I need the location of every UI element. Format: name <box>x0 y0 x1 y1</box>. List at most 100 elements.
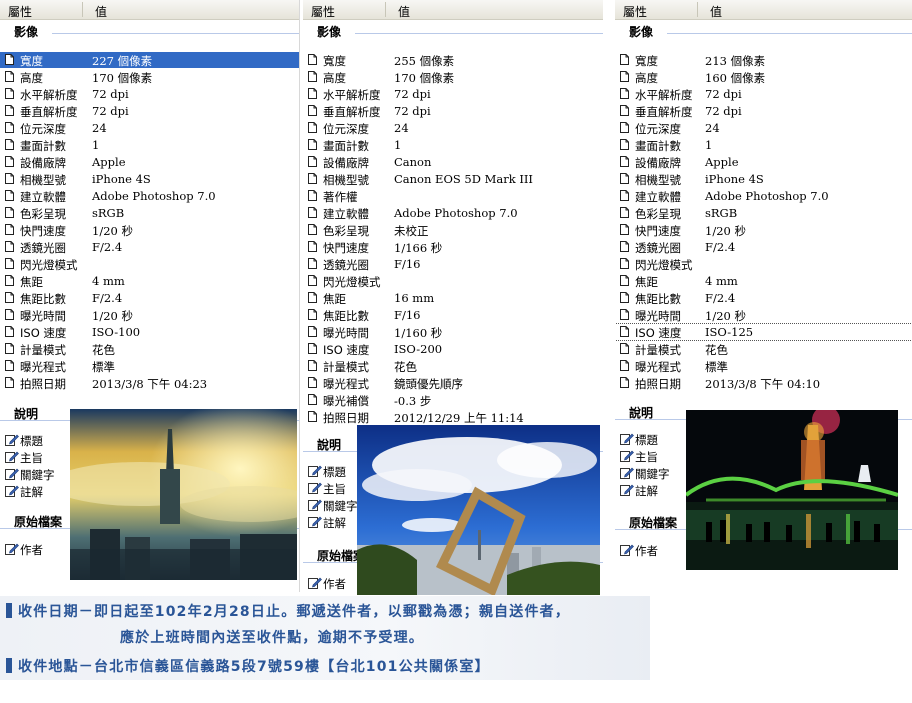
property-row[interactable]: 透鏡光圈 F/2.4 <box>615 239 912 255</box>
editable-name: 註解 <box>323 516 346 530</box>
photo-taipei101-fireworks <box>686 410 898 570</box>
file-icon <box>5 190 14 201</box>
editable-name: 關鍵字 <box>635 467 670 481</box>
header-value[interactable]: 值 <box>398 3 410 20</box>
property-row[interactable]: 焦距比數 F/16 <box>303 307 603 323</box>
property-value: 1/20 秒 <box>92 224 133 238</box>
property-row[interactable]: 垂直解析度 72 dpi <box>303 103 603 119</box>
file-icon <box>5 156 14 167</box>
property-row[interactable]: ISO 速度 ISO-100 <box>0 324 299 340</box>
property-row[interactable]: 畫面計數 1 <box>0 137 299 153</box>
property-row[interactable]: 色彩呈現 sRGB <box>615 205 912 221</box>
column-header[interactable]: 屬性 值 <box>0 0 299 20</box>
column-header[interactable]: 屬性 值 <box>615 0 912 20</box>
property-name: 閃光燈模式 <box>20 258 78 272</box>
file-icon <box>5 343 14 354</box>
property-name: 曝光程式 <box>20 360 66 374</box>
property-name: 快門速度 <box>20 224 66 238</box>
property-row[interactable]: 水平解析度 72 dpi <box>303 86 603 102</box>
property-row[interactable]: 透鏡光圈 F/2.4 <box>0 239 299 255</box>
property-row[interactable]: 焦距 4 mm <box>0 273 299 289</box>
property-row[interactable]: 寬度 255 個像素 <box>303 52 603 68</box>
property-row[interactable]: 曝光程式 標準 <box>615 358 912 374</box>
property-row[interactable]: 曝光時間 1/20 秒 <box>615 307 912 323</box>
property-row[interactable]: 著作權 <box>303 188 603 204</box>
property-row[interactable]: 焦距比數 F/2.4 <box>0 290 299 306</box>
property-row[interactable]: 寬度 227 個像素 <box>0 52 299 68</box>
property-row[interactable]: 高度 170 個像素 <box>303 69 603 85</box>
property-row[interactable]: 色彩呈現 未校正 <box>303 222 603 238</box>
property-name: 曝光補償 <box>323 394 369 408</box>
property-row[interactable]: 閃光燈模式 <box>0 256 299 272</box>
property-row[interactable]: 設備廠牌 Apple <box>615 154 912 170</box>
file-icon <box>620 122 629 133</box>
property-row[interactable]: 閃光燈模式 <box>615 256 912 272</box>
property-row[interactable]: 曝光時間 1/160 秒 <box>303 324 603 340</box>
property-row[interactable]: 高度 160 個像素 <box>615 69 912 85</box>
property-row[interactable]: 計量模式 花色 <box>303 358 603 374</box>
header-property[interactable]: 屬性 <box>8 3 32 20</box>
property-row[interactable]: 相機型號 iPhone 4S <box>0 171 299 187</box>
property-value: 72 dpi <box>92 87 129 101</box>
column-header[interactable]: 屬性 值 <box>303 0 603 20</box>
property-row[interactable]: 建立軟體 Adobe Photoshop 7.0 <box>0 188 299 204</box>
property-row[interactable]: 設備廠牌 Canon <box>303 154 603 170</box>
property-row[interactable]: 計量模式 花色 <box>615 341 912 357</box>
property-row[interactable]: 建立軟體 Adobe Photoshop 7.0 <box>303 205 603 221</box>
property-name: 閃光燈模式 <box>323 275 381 289</box>
property-row[interactable]: 色彩呈現 sRGB <box>0 205 299 221</box>
property-value: 1/20 秒 <box>92 309 133 323</box>
property-value: ISO-200 <box>394 342 443 356</box>
edit-icon <box>5 433 19 446</box>
property-row[interactable]: 拍照日期 2013/3/8 下午 04:10 <box>615 375 912 391</box>
file-icon <box>620 343 629 354</box>
property-row[interactable]: 畫面計數 1 <box>303 137 603 153</box>
property-row[interactable]: 拍照日期 2012/12/29 上午 11:14 <box>303 409 603 425</box>
property-row[interactable]: 水平解析度 72 dpi <box>615 86 912 102</box>
property-row[interactable]: 曝光補償 -0.3 步 <box>303 392 603 408</box>
property-row[interactable]: 寬度 213 個像素 <box>615 52 912 68</box>
header-property[interactable]: 屬性 <box>623 3 647 20</box>
property-row[interactable]: 位元深度 24 <box>303 120 603 136</box>
property-row[interactable]: 位元深度 24 <box>0 120 299 136</box>
property-row[interactable]: 快門速度 1/166 秒 <box>303 239 603 255</box>
property-value: 170 個像素 <box>92 71 153 85</box>
header-value[interactable]: 值 <box>710 3 722 20</box>
property-row[interactable]: 水平解析度 72 dpi <box>0 86 299 102</box>
property-row[interactable]: 高度 170 個像素 <box>0 69 299 85</box>
property-name: 色彩呈現 <box>323 224 369 238</box>
file-icon <box>308 122 317 133</box>
editable-name: 作者 <box>323 577 346 591</box>
edit-icon <box>5 467 19 480</box>
property-row[interactable]: 拍照日期 2013/3/8 下午 04:23 <box>0 375 299 391</box>
property-row[interactable]: ISO 速度 ISO-200 <box>303 341 603 357</box>
property-row[interactable]: 相機型號 Canon EOS 5D Mark III <box>303 171 603 187</box>
header-value[interactable]: 值 <box>95 3 107 20</box>
property-value: 24 <box>394 121 409 135</box>
property-row[interactable]: 計量模式 花色 <box>0 341 299 357</box>
edit-icon <box>5 450 19 463</box>
property-row[interactable]: 垂直解析度 72 dpi <box>0 103 299 119</box>
property-row[interactable]: 垂直解析度 72 dpi <box>615 103 912 119</box>
property-row[interactable]: 焦距 16 mm <box>303 290 603 306</box>
property-row[interactable]: ISO 速度 ISO-125 <box>615 323 912 341</box>
property-row[interactable]: 快門速度 1/20 秒 <box>615 222 912 238</box>
property-row[interactable]: 曝光程式 鏡頭優先順序 <box>303 375 603 391</box>
property-row[interactable]: 透鏡光圈 F/16 <box>303 256 603 272</box>
property-name: 相機型號 <box>20 173 66 187</box>
property-row[interactable]: 快門速度 1/20 秒 <box>0 222 299 238</box>
property-row[interactable]: 相機型號 iPhone 4S <box>615 171 912 187</box>
property-row[interactable]: 畫面計數 1 <box>615 137 912 153</box>
property-row[interactable]: 焦距比數 F/2.4 <box>615 290 912 306</box>
property-row[interactable]: 曝光時間 1/20 秒 <box>0 307 299 323</box>
property-row[interactable]: 閃光燈模式 <box>303 273 603 289</box>
header-property[interactable]: 屬性 <box>311 3 335 20</box>
property-row[interactable]: 設備廠牌 Apple <box>0 154 299 170</box>
property-name: 寬度 <box>20 54 43 68</box>
property-row[interactable]: 曝光程式 標準 <box>0 358 299 374</box>
file-icon <box>620 292 629 303</box>
property-value: 標準 <box>92 360 115 374</box>
property-row[interactable]: 焦距 4 mm <box>615 273 912 289</box>
property-row[interactable]: 位元深度 24 <box>615 120 912 136</box>
property-row[interactable]: 建立軟體 Adobe Photoshop 7.0 <box>615 188 912 204</box>
